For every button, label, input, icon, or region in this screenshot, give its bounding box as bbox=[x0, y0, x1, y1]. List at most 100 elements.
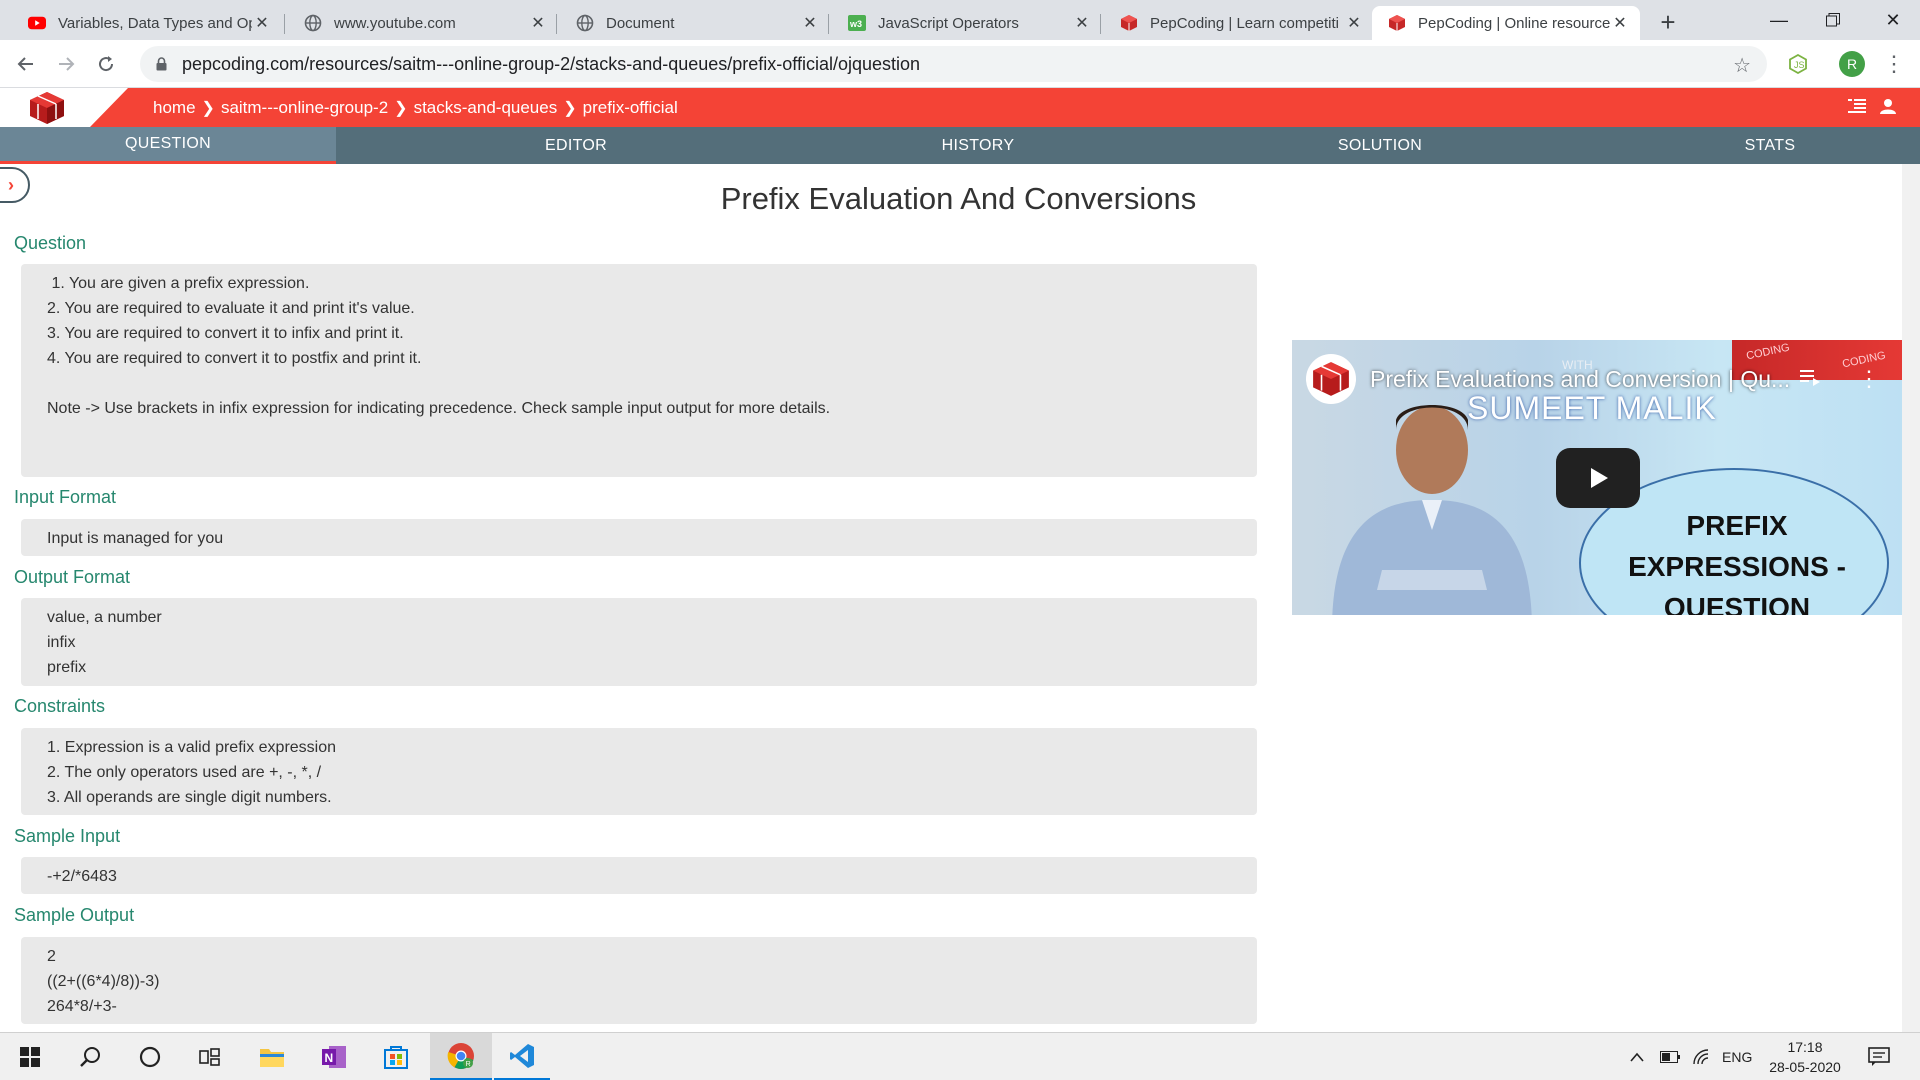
user-icon[interactable] bbox=[1880, 98, 1896, 119]
file-explorer-icon[interactable] bbox=[248, 1033, 296, 1080]
system-clock[interactable]: 17:18 28-05-2020 bbox=[1765, 1037, 1845, 1077]
w3schools-icon: w3 bbox=[848, 14, 866, 32]
notifications-icon[interactable] bbox=[1868, 1033, 1890, 1080]
svg-text:w3: w3 bbox=[849, 19, 862, 29]
tab-title: PepCoding | Learn competiti bbox=[1150, 14, 1340, 32]
url-text: pepcoding.com/resources/saitm---online-g… bbox=[182, 53, 921, 74]
tab-title: Variables, Data Types and Op bbox=[58, 14, 252, 32]
language-indicator[interactable]: ENG bbox=[1722, 1033, 1752, 1080]
input-format-box: Input is managed for you bbox=[21, 519, 1257, 556]
browser-tab[interactable]: Document ✕ bbox=[560, 6, 830, 40]
browser-tab[interactable]: Variables, Data Types and Op ✕ bbox=[12, 6, 282, 40]
bookmark-star-icon[interactable]: ☆ bbox=[1733, 53, 1751, 78]
tab-title: JavaScript Operators bbox=[878, 14, 1019, 32]
breadcrumb: home ❯ saitm---online-group-2 ❯ stacks-a… bbox=[153, 88, 678, 127]
playlist-icon[interactable] bbox=[1800, 366, 1822, 392]
play-button[interactable] bbox=[1556, 448, 1640, 508]
problem-tabs: QUESTION EDITOR HISTORY SOLUTION STATS bbox=[0, 127, 1920, 164]
windows-taskbar: N R ENG 17:18 28-05-2020 bbox=[0, 1032, 1920, 1080]
onenote-icon[interactable]: N bbox=[310, 1033, 358, 1080]
list-icon[interactable] bbox=[1848, 98, 1866, 119]
tab-divider bbox=[828, 14, 829, 34]
pepcoding-icon bbox=[1388, 14, 1406, 32]
maximize-icon[interactable] bbox=[1806, 0, 1860, 40]
browser-tab-active[interactable]: PepCoding | Online resource ✕ bbox=[1372, 6, 1640, 40]
reload-icon[interactable] bbox=[90, 48, 122, 80]
tab-title: www.youtube.com bbox=[334, 14, 456, 32]
extension-icon[interactable]: JS bbox=[1782, 48, 1814, 80]
tab-stats[interactable]: STATS bbox=[1620, 127, 1920, 164]
search-icon[interactable] bbox=[66, 1033, 114, 1080]
close-tab-icon[interactable]: ✕ bbox=[252, 13, 272, 33]
new-tab-button[interactable]: + bbox=[1652, 6, 1684, 38]
pepcoding-icon bbox=[1120, 14, 1138, 32]
breadcrumb-group[interactable]: saitm---online-group-2 bbox=[221, 98, 388, 118]
youtube-icon bbox=[28, 14, 46, 32]
sample-output-line: 2 bbox=[47, 948, 56, 965]
output-format-box: value, a number infix prefix bbox=[21, 598, 1257, 686]
page-scrollbar[interactable] bbox=[1902, 164, 1920, 1032]
tab-solution[interactable]: SOLUTION bbox=[1140, 127, 1620, 164]
pepcoding-logo[interactable] bbox=[28, 91, 66, 130]
profile-avatar[interactable]: R bbox=[1836, 48, 1868, 80]
video-title[interactable]: Prefix Evaluations and Conversion | Qu..… bbox=[1370, 366, 1790, 393]
tab-editor[interactable]: EDITOR bbox=[336, 127, 816, 164]
svg-text:N: N bbox=[325, 1051, 334, 1065]
output-format-line: value, a number bbox=[47, 609, 162, 626]
globe-icon bbox=[304, 14, 322, 32]
clock-time: 17:18 bbox=[1787, 1039, 1823, 1055]
chevron-right-icon: ❯ bbox=[394, 99, 408, 117]
video-more-icon[interactable]: ⋮ bbox=[1858, 366, 1880, 392]
close-tab-icon[interactable]: ✕ bbox=[1610, 13, 1630, 33]
back-icon[interactable] bbox=[10, 48, 42, 80]
chrome-icon[interactable]: R bbox=[430, 1033, 492, 1080]
question-line: 2. You are required to evaluate it and p… bbox=[47, 300, 415, 317]
section-label-sample-input: Sample Input bbox=[14, 826, 121, 846]
wifi-icon[interactable] bbox=[1692, 1033, 1712, 1080]
browser-tab[interactable]: www.youtube.com ✕ bbox=[288, 6, 558, 40]
close-tab-icon[interactable]: ✕ bbox=[800, 13, 820, 33]
section-label-output-format: Output Format bbox=[14, 567, 131, 587]
browser-menu-icon[interactable]: ⋮ bbox=[1878, 48, 1910, 80]
store-icon[interactable] bbox=[372, 1033, 420, 1080]
close-tab-icon[interactable]: ✕ bbox=[1344, 13, 1364, 33]
browser-tab-strip: Variables, Data Types and Op ✕ www.youtu… bbox=[0, 0, 1920, 40]
video-embed[interactable]: CODING CODING WITH SUMEET MALIK Prefix E… bbox=[1292, 340, 1903, 615]
page-title: Prefix Evaluation And Conversions bbox=[720, 181, 1197, 216]
cortana-icon[interactable] bbox=[126, 1033, 174, 1080]
vscode-icon[interactable] bbox=[494, 1033, 550, 1080]
breadcrumb-topic[interactable]: stacks-and-queues bbox=[414, 98, 558, 118]
browser-tab[interactable]: w3 JavaScript Operators ✕ bbox=[832, 6, 1102, 40]
sample-output-line: 264*8/+3- bbox=[47, 998, 117, 1015]
minimize-icon[interactable]: — bbox=[1752, 0, 1806, 40]
constraint-line: 1. Expression is a valid prefix expressi… bbox=[47, 739, 337, 756]
window-close-icon[interactable]: ✕ bbox=[1866, 0, 1920, 40]
windows-start-icon[interactable] bbox=[6, 1033, 54, 1080]
close-tab-icon[interactable]: ✕ bbox=[1072, 13, 1092, 33]
sample-input-box: -+2/*6483 bbox=[21, 857, 1257, 894]
forward-icon[interactable] bbox=[50, 48, 82, 80]
tab-question[interactable]: QUESTION bbox=[0, 127, 336, 164]
constraint-line: 3. All operands are single digit numbers… bbox=[47, 789, 332, 806]
battery-icon[interactable] bbox=[1660, 1033, 1680, 1080]
svg-text:JS: JS bbox=[1794, 60, 1805, 70]
clock-date: 28-05-2020 bbox=[1769, 1059, 1841, 1075]
constraint-line: 2. The only operators used are +, -, *, … bbox=[47, 764, 322, 781]
input-format-line: Input is managed for you bbox=[47, 530, 224, 547]
sample-output-box: 2 ((2+((6*4)/8))-3) 264*8/+3- bbox=[21, 937, 1257, 1024]
breadcrumb-current[interactable]: prefix-official bbox=[583, 98, 678, 118]
header-wedge bbox=[90, 88, 128, 127]
video-overlay-topic: PREFIX EXPRESSIONS - QUESTION bbox=[1628, 510, 1846, 615]
address-bar[interactable]: pepcoding.com/resources/saitm---online-g… bbox=[140, 46, 1767, 82]
show-hidden-icons[interactable] bbox=[1630, 1033, 1644, 1080]
task-view-icon[interactable] bbox=[186, 1033, 234, 1080]
tab-history[interactable]: HISTORY bbox=[816, 127, 1140, 164]
logo-area bbox=[0, 88, 96, 127]
breadcrumb-home[interactable]: home bbox=[153, 98, 196, 118]
browser-tab[interactable]: PepCoding | Learn competiti ✕ bbox=[1104, 6, 1374, 40]
section-label-sample-output: Sample Output bbox=[14, 905, 135, 925]
tab-divider bbox=[284, 14, 285, 34]
channel-logo[interactable] bbox=[1306, 354, 1356, 404]
close-tab-icon[interactable]: ✕ bbox=[528, 13, 548, 33]
tab-divider bbox=[1100, 14, 1101, 34]
